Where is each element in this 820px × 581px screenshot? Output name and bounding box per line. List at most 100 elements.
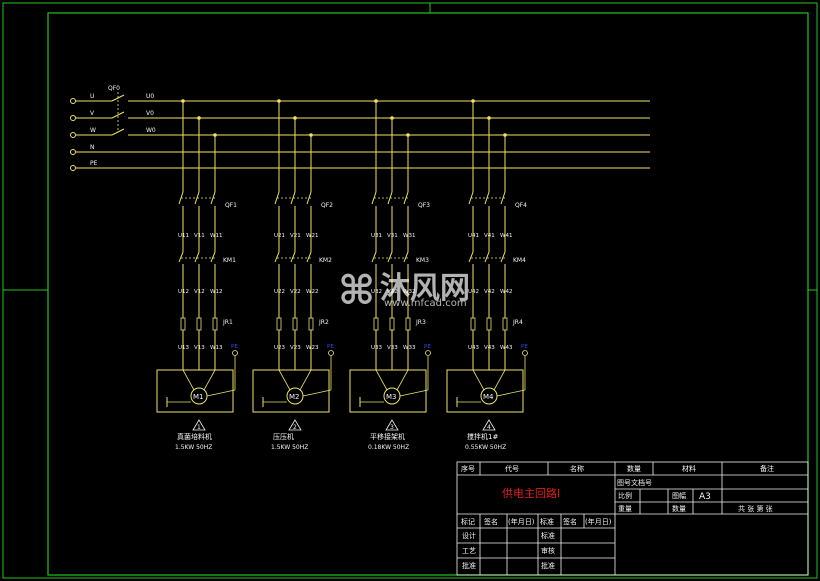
motor-name: 压压机 xyxy=(273,432,294,441)
contactor-contact-icon xyxy=(290,251,296,263)
bus-label-in: W xyxy=(90,127,96,134)
branch-mark: 2 xyxy=(293,424,297,431)
bus-label-out: V0 xyxy=(146,110,154,117)
contactor-label: KM3 xyxy=(416,257,429,264)
wire xyxy=(472,369,485,391)
terminal-label: U41 xyxy=(468,233,479,239)
motor-enclosure xyxy=(252,369,330,413)
terminal-label: U43 xyxy=(468,345,480,351)
tb-weight-label: 重量 xyxy=(618,505,632,513)
tb-header-2: 名称 xyxy=(570,464,584,473)
terminal-icon xyxy=(70,98,76,104)
motor-name: 真菌培料机 xyxy=(177,432,212,441)
terminal-icon xyxy=(70,115,76,121)
pe-wire xyxy=(206,389,236,397)
contactor-contact-icon xyxy=(371,251,377,263)
motor-label: M1 xyxy=(193,393,204,401)
terminal-label: W22 xyxy=(306,289,318,295)
pe-terminal-icon xyxy=(328,350,334,356)
wire xyxy=(299,369,312,391)
terminal-label: U11 xyxy=(178,233,189,239)
terminal-label: V42 xyxy=(484,289,495,295)
pe-label: PE xyxy=(231,344,238,350)
motor-rating: 1.5KW 50HZ xyxy=(271,444,308,451)
tb-row1-5: (年月日) xyxy=(585,517,612,526)
contactor-contact-icon xyxy=(274,251,280,263)
relay-label: JR4 xyxy=(512,319,523,326)
contactor-contact-icon xyxy=(210,251,216,263)
contactor-contact-icon xyxy=(194,251,200,263)
motor-rating: 0.18KW 50HZ xyxy=(368,444,409,451)
motor-name: 平移接架机 xyxy=(370,432,405,441)
wire xyxy=(375,369,388,391)
wire xyxy=(493,369,506,391)
relay-label: JR3 xyxy=(415,319,426,326)
breaker-label: QF1 xyxy=(225,202,237,209)
motor-enclosure xyxy=(349,369,427,413)
tb-row1-1: 签名 xyxy=(484,517,498,526)
thermal-relay-icon xyxy=(196,317,202,331)
wire xyxy=(396,369,409,391)
terminal-label: W33 xyxy=(403,345,416,351)
contactor-contact-icon xyxy=(403,251,409,263)
title-block-text: 序号 代号 名称 数量 材料 备注 供电主回路I 图号文档号 比例 图幅 A3 … xyxy=(461,464,774,570)
wire xyxy=(182,369,195,391)
contactor-label: KM2 xyxy=(319,257,332,264)
motor-enclosure xyxy=(156,369,234,413)
pe-label: PE xyxy=(424,344,431,350)
thermal-relay-icon xyxy=(180,317,186,331)
pe-terminal-icon xyxy=(425,350,431,356)
bus-label-in: PE xyxy=(90,160,98,167)
tb-standard: 标准 xyxy=(541,531,555,540)
terminal-label: U22 xyxy=(274,289,285,295)
pe-label: PE xyxy=(327,344,334,350)
tb-approve: 批准 xyxy=(541,561,555,570)
tb-header-5: 备注 xyxy=(760,464,774,473)
motor-rating: 0.55KW 50HZ xyxy=(465,444,506,451)
thermal-relay-icon xyxy=(276,317,282,331)
drawing-title: 供电主回路I xyxy=(502,486,560,500)
terminal-label: V31 xyxy=(387,233,398,239)
terminal-label: W12 xyxy=(210,289,222,295)
tb-row1-2: (年月日) xyxy=(508,517,535,526)
terminal-label: V23 xyxy=(290,345,301,351)
terminal-icon xyxy=(70,149,76,155)
pe-terminal-icon xyxy=(232,350,238,356)
terminal-label: V41 xyxy=(484,233,495,239)
tb-scale-label: 比例 xyxy=(618,491,632,500)
watermark-logo-icon: ⌘ xyxy=(338,268,375,314)
tb-sheets: 共 张 第 张 xyxy=(738,504,773,513)
watermark-url: www.mfcad.com xyxy=(384,298,467,309)
tb-doc-no: 图号文档号 xyxy=(617,478,652,487)
thermal-relay-icon xyxy=(502,317,508,331)
terminal-label: V22 xyxy=(290,289,301,295)
bus-label-out: W0 xyxy=(146,127,156,134)
thermal-relay-icon xyxy=(212,317,218,331)
bus-label-in: U xyxy=(90,93,94,100)
terminal-label: W43 xyxy=(500,345,513,351)
terminal-label: W41 xyxy=(500,233,512,239)
electrical-schematic: U U0 V V0 W W0 N PE QF0 U11 U12 U13 V11 V12 V13 W11 W12… xyxy=(2,2,818,579)
thermal-relay-icon xyxy=(486,317,492,331)
terminal-icon xyxy=(70,165,76,171)
tb-checker: 审核 xyxy=(541,546,555,555)
contactor-contact-icon xyxy=(306,251,312,263)
breaker-label: QF2 xyxy=(321,202,333,209)
terminal-icon xyxy=(70,132,76,138)
wire xyxy=(278,369,291,391)
terminal-label: W23 xyxy=(306,345,319,351)
tb-header-3: 数量 xyxy=(627,464,641,473)
terminal-label: U21 xyxy=(274,233,285,239)
pe-wire xyxy=(302,389,332,397)
thermal-relay-icon xyxy=(405,317,411,331)
terminal-label: W11 xyxy=(210,233,222,239)
tb-sheet-label: 图幅 xyxy=(672,491,686,500)
terminal-label: U33 xyxy=(371,345,383,351)
terminal-label: V11 xyxy=(194,233,205,239)
thermal-relay-icon xyxy=(389,317,395,331)
tb-row1-0: 标记 xyxy=(461,517,475,526)
thermal-relay-icon xyxy=(373,317,379,331)
bus-label-out: U0 xyxy=(146,93,154,100)
tb-header-1: 代号 xyxy=(505,464,519,473)
bus-label-in: V xyxy=(90,110,95,117)
